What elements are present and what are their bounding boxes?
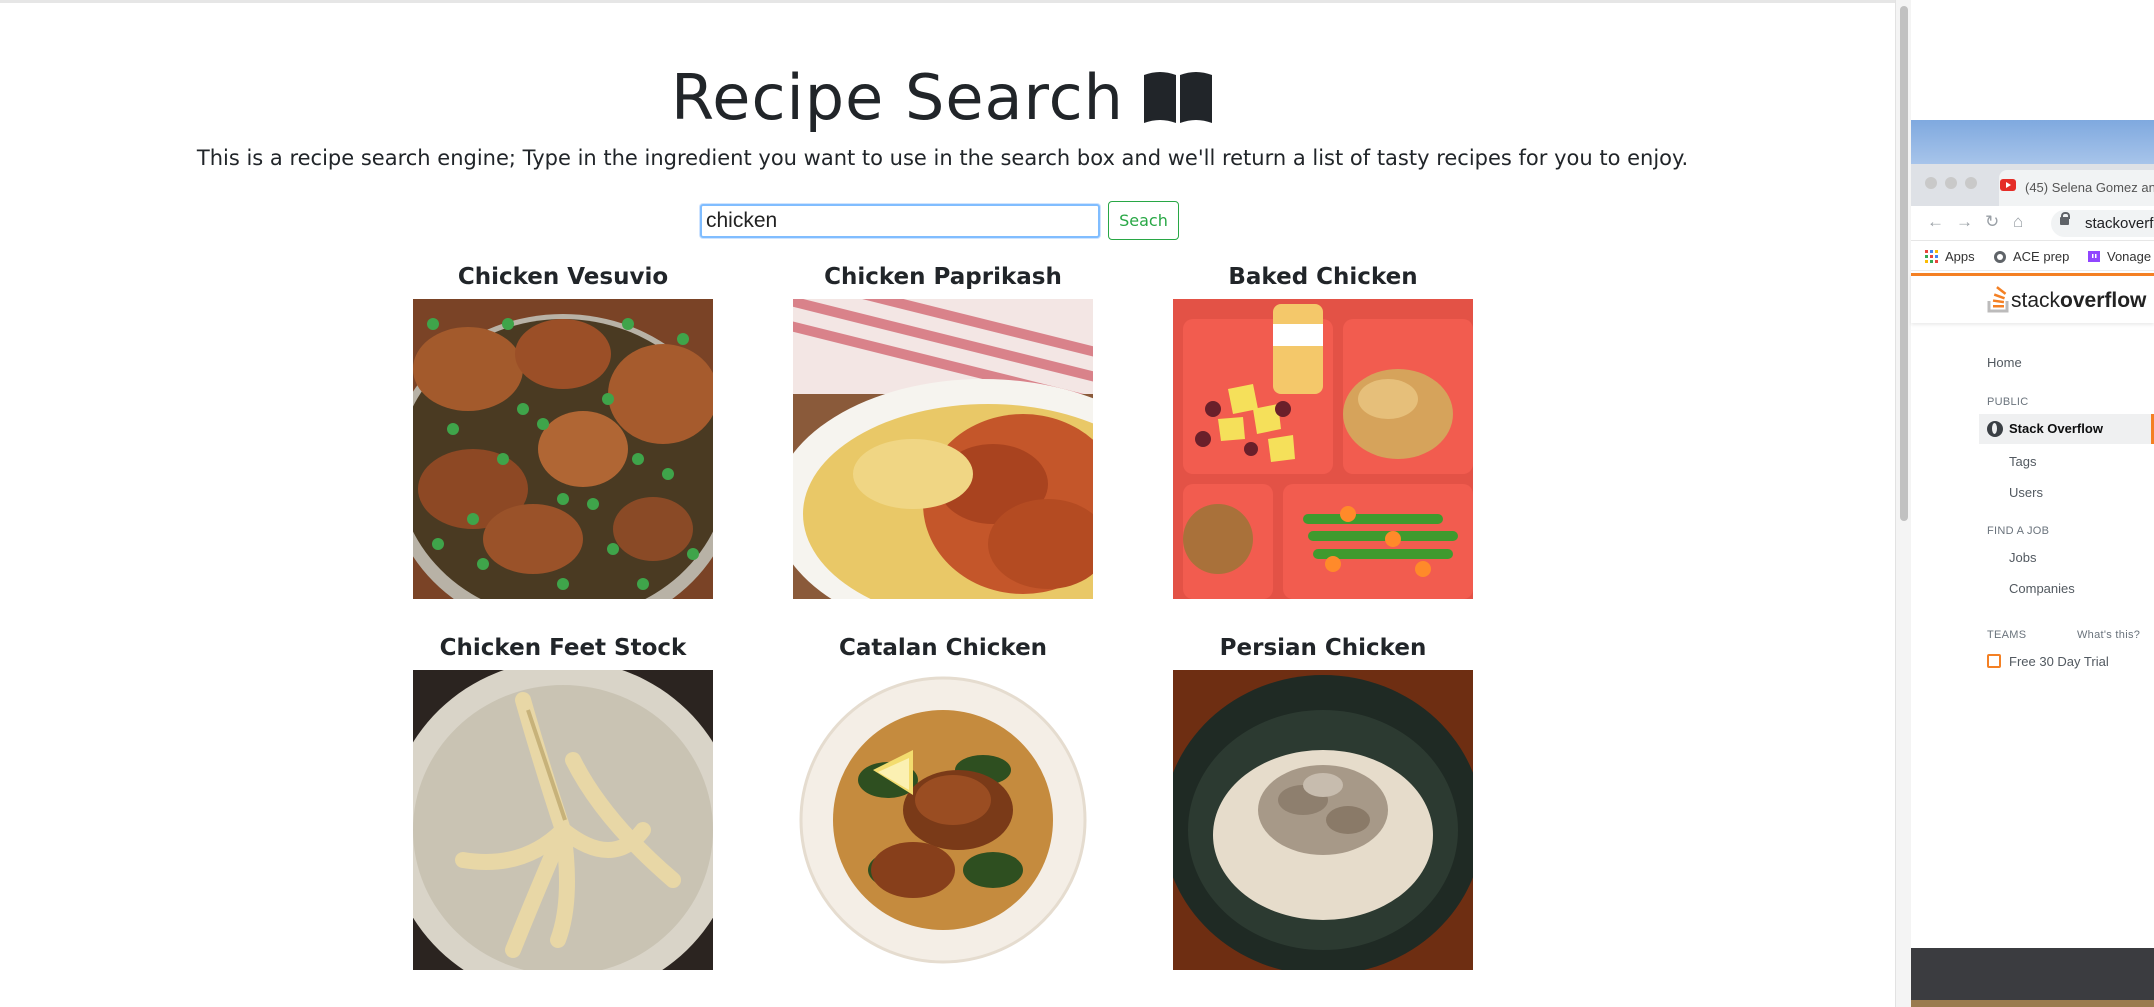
- desktop-background: [1911, 120, 2154, 164]
- youtube-icon: [2000, 179, 2016, 191]
- nav-home[interactable]: Home: [1987, 355, 2022, 370]
- nav-free-trial[interactable]: Free 30 Day Trial: [2009, 654, 2109, 669]
- page-title-text: Recipe Search: [671, 61, 1124, 134]
- recipe-title[interactable]: Catalan Chicken: [793, 630, 1093, 666]
- teams-trial-icon: [1987, 654, 2001, 668]
- recipe-card[interactable]: Chicken Feet Stock: [413, 630, 713, 970]
- intro-text: This is a recipe search engine; Type in …: [196, 146, 1689, 170]
- address-url: stackoverflow: [2085, 215, 2154, 232]
- search-input[interactable]: [700, 204, 1100, 238]
- back-arrow-icon[interactable]: ←: [1927, 212, 1944, 232]
- recipe-image[interactable]: [413, 299, 713, 599]
- logo-text-light: stack: [2011, 289, 2061, 312]
- nav-companies[interactable]: Companies: [2009, 581, 2075, 596]
- page-scrollbar[interactable]: [1895, 0, 1911, 1007]
- side-browser-window: (45) Selena Gomez and ← → ↻ ⌂ stackoverf…: [1911, 0, 2154, 1007]
- recipe-image[interactable]: [793, 299, 1093, 599]
- forward-arrow-icon[interactable]: →: [1956, 212, 1973, 232]
- recipe-image[interactable]: [1173, 299, 1473, 599]
- nav-jobs[interactable]: Jobs: [2009, 550, 2036, 565]
- home-icon[interactable]: ⌂: [2013, 212, 2023, 232]
- recipe-image[interactable]: [1173, 670, 1473, 970]
- stackoverflow-logo-icon: [1987, 286, 2009, 313]
- recipe-title[interactable]: Chicken Feet Stock: [413, 630, 713, 666]
- window-close-dot[interactable]: [1925, 177, 1937, 189]
- reload-icon[interactable]: ↻: [1985, 212, 1999, 232]
- open-book-icon: [1142, 67, 1214, 140]
- apps-grid-icon: [1925, 250, 1938, 263]
- recipe-image[interactable]: [413, 670, 713, 970]
- scrollbar-thumb[interactable]: [1900, 6, 1908, 521]
- twitch-icon: [2088, 251, 2100, 262]
- bookmark-apps[interactable]: Apps: [1945, 249, 1975, 264]
- lock-icon: [2060, 212, 2070, 225]
- recipe-title[interactable]: Persian Chicken: [1173, 630, 1473, 666]
- desktop-dock-area: [1911, 948, 2154, 1007]
- recipe-search-page: Recipe Search This is a recipe search en…: [0, 0, 1895, 1007]
- nav-heading-find-a-job: FIND A JOB: [1987, 525, 2050, 537]
- whats-this-link[interactable]: What's this?: [2077, 629, 2140, 641]
- nav-tags[interactable]: Tags: [2009, 454, 2036, 469]
- browser-tab-title: (45) Selena Gomez and: [2025, 180, 2154, 195]
- globe-icon: [1987, 421, 2003, 437]
- bookmark-vonage[interactable]: Vonage: [2107, 249, 2151, 264]
- bookmarks-bar: Apps ACE prep Vonage: [1911, 241, 2154, 271]
- browser-tab[interactable]: (45) Selena Gomez and: [1999, 170, 2154, 206]
- globe-bookmark-icon: [1994, 251, 2006, 263]
- nav-users[interactable]: Users: [2009, 485, 2043, 500]
- recipe-title[interactable]: Chicken Paprikash: [793, 259, 1093, 295]
- desktop-wallpaper-strip: [1911, 1000, 2154, 1007]
- window-minimize-dot[interactable]: [1945, 177, 1957, 189]
- logo-text-bold: overflow: [2060, 289, 2147, 312]
- recipe-card[interactable]: Chicken Paprikash: [793, 259, 1093, 599]
- recipe-card[interactable]: Chicken Vesuvio: [413, 259, 713, 599]
- search-button[interactable]: Seach: [1108, 201, 1179, 240]
- recipe-card[interactable]: Catalan Chicken: [793, 630, 1093, 970]
- recipe-card[interactable]: Persian Chicken: [1173, 630, 1473, 970]
- nav-heading-public: PUBLIC: [1987, 396, 2029, 408]
- window-maximize-dot[interactable]: [1965, 177, 1977, 189]
- stackoverflow-logo[interactable]: stackoverflow: [1987, 283, 2146, 313]
- nav-heading-teams: TEAMS: [1987, 629, 2027, 641]
- recipe-image[interactable]: [793, 670, 1093, 970]
- recipe-card[interactable]: Baked Chicken: [1173, 259, 1473, 599]
- recipe-title[interactable]: Baked Chicken: [1173, 259, 1473, 295]
- nav-stack-overflow[interactable]: Stack Overflow: [2009, 421, 2103, 436]
- recipe-title[interactable]: Chicken Vesuvio: [413, 259, 713, 295]
- page-title: Recipe Search: [0, 61, 1885, 140]
- bookmark-ace-prep[interactable]: ACE prep: [2013, 249, 2069, 264]
